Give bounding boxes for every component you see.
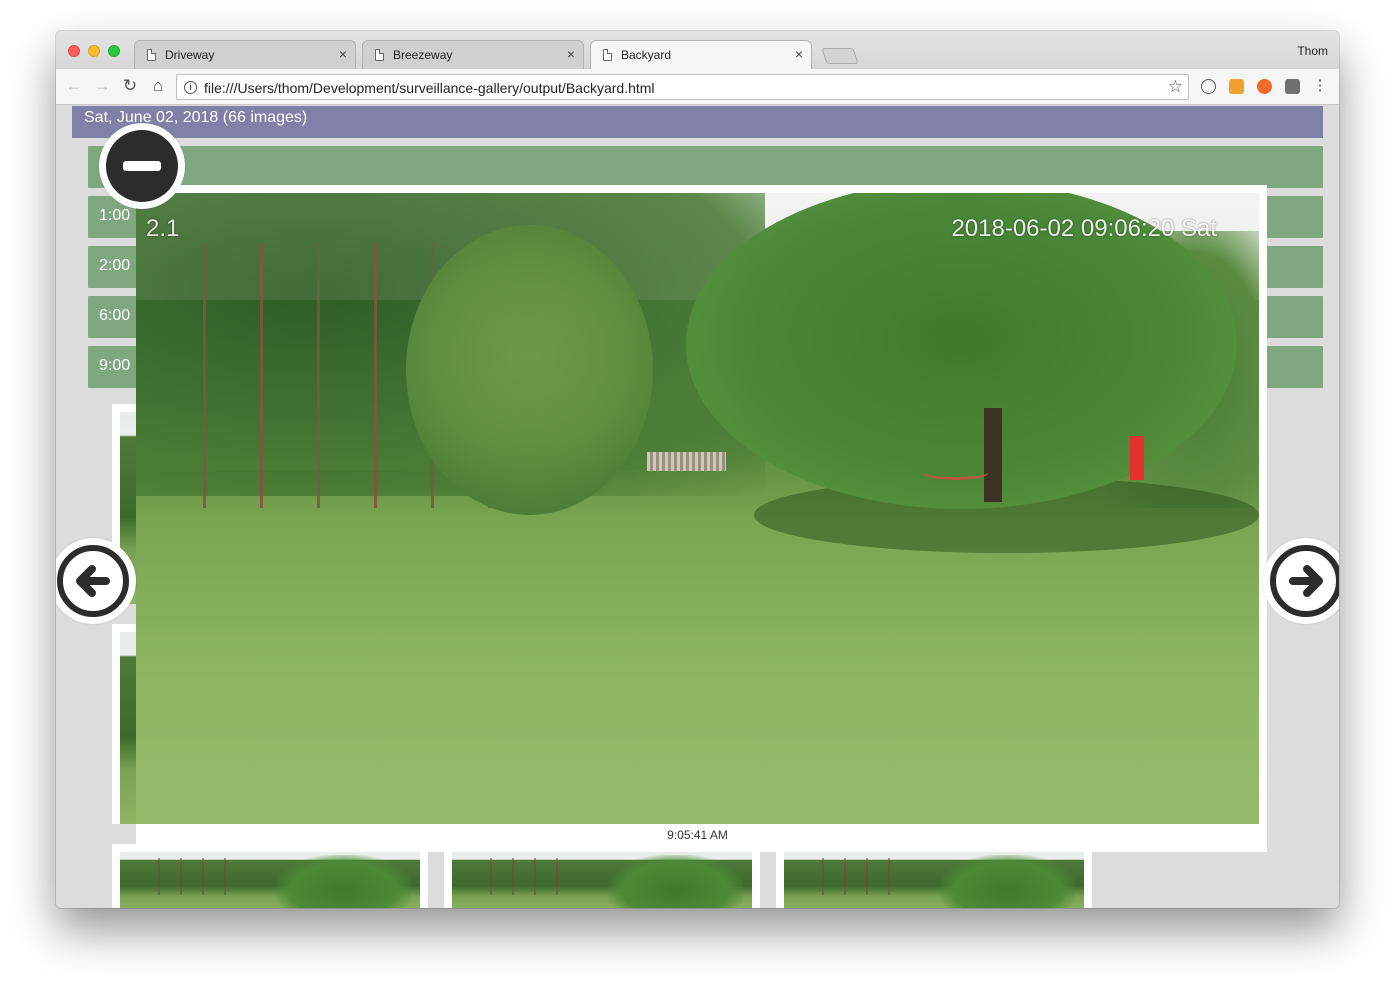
page-icon xyxy=(375,49,384,61)
hour-row-label: 1:00 xyxy=(99,207,131,224)
next-image-button[interactable] xyxy=(1263,538,1339,624)
tab-breezeway[interactable]: Breezeway × xyxy=(362,40,584,69)
tab-label: Driveway xyxy=(165,48,215,62)
photo-caption: 9:05:41 AM xyxy=(667,828,728,842)
close-lightbox-button[interactable] xyxy=(99,123,185,209)
tab-close-icon[interactable]: × xyxy=(795,46,803,62)
tab-driveway[interactable]: Driveway × xyxy=(134,40,356,69)
arrow-right-icon xyxy=(1289,565,1323,597)
url-text[interactable]: file:///Users/thom/Development/surveilla… xyxy=(204,80,655,96)
zoom-window-button[interactable] xyxy=(108,45,120,57)
arrow-left-icon xyxy=(76,565,110,597)
day-header[interactable]: Sat, June 02, 2018 (66 images) xyxy=(72,106,1323,138)
tab-label: Backyard xyxy=(621,48,672,62)
forward-button[interactable]: → xyxy=(92,76,112,96)
new-tab-button[interactable] xyxy=(821,48,859,64)
home-button[interactable]: ⌂ xyxy=(148,76,168,96)
tab-close-icon[interactable]: × xyxy=(567,46,575,62)
hour-row[interactable] xyxy=(88,146,1323,188)
extension-1password-icon[interactable] xyxy=(1201,79,1216,94)
thumbnail-image xyxy=(452,852,752,908)
address-bar[interactable]: i file:///Users/thom/Development/surveil… xyxy=(176,74,1189,100)
camera-label: 2.1 xyxy=(146,215,180,242)
tab-backyard[interactable]: Backyard × xyxy=(590,40,812,70)
extension-ublock-icon[interactable] xyxy=(1257,79,1272,94)
thumbnail-card[interactable] xyxy=(112,844,428,908)
menu-kebab-icon[interactable]: ⋮ xyxy=(1310,76,1330,96)
bookmark-star-icon[interactable]: ☆ xyxy=(1168,77,1183,97)
previous-image-button[interactable] xyxy=(56,538,136,624)
thumbnail-image xyxy=(784,852,1084,908)
extension-gray-icon[interactable] xyxy=(1285,79,1300,94)
profile-name[interactable]: Thom xyxy=(1297,44,1328,58)
info-icon[interactable]: i xyxy=(184,81,197,94)
minus-glyph xyxy=(123,161,161,171)
tab-label: Breezeway xyxy=(393,48,453,62)
browser-window: Driveway × Breezeway × Backyard × Thom ←… xyxy=(56,31,1339,908)
reload-button[interactable]: ↻ xyxy=(120,76,140,96)
thumbnail-image xyxy=(120,852,420,908)
back-button[interactable]: ← xyxy=(64,76,84,96)
thumbnail-card[interactable] xyxy=(776,844,1092,908)
lightbox-photo[interactable]: 2.1 2018-06-02 09:06:20 Sat xyxy=(136,193,1259,824)
hour-row-label: 2:00 xyxy=(99,257,131,274)
minimize-window-button[interactable] xyxy=(88,45,100,57)
lightbox: 2.1 2018-06-02 09:06:20 Sat 9:05:41 AM xyxy=(136,185,1267,852)
extension-orange-icon[interactable] xyxy=(1229,79,1244,94)
photo-timestamp: 2018-06-02 09:06:20 Sat xyxy=(951,215,1217,242)
hour-row-label: 9:00 xyxy=(99,357,131,374)
browser-toolbar: ← → ↻ ⌂ i file:///Users/thom/Development… xyxy=(56,69,1339,105)
thumbnail-card[interactable] xyxy=(444,844,760,908)
page-icon xyxy=(147,49,156,61)
page-icon xyxy=(603,49,612,61)
hour-row-label: 6:00 xyxy=(99,307,131,324)
tab-strip: Driveway × Breezeway × Backyard × Thom xyxy=(56,31,1339,70)
page-content: Sat, June 02, 2018 (66 images) 1:00 2:00… xyxy=(56,106,1339,908)
close-window-button[interactable] xyxy=(68,45,80,57)
tab-close-icon[interactable]: × xyxy=(339,46,347,62)
